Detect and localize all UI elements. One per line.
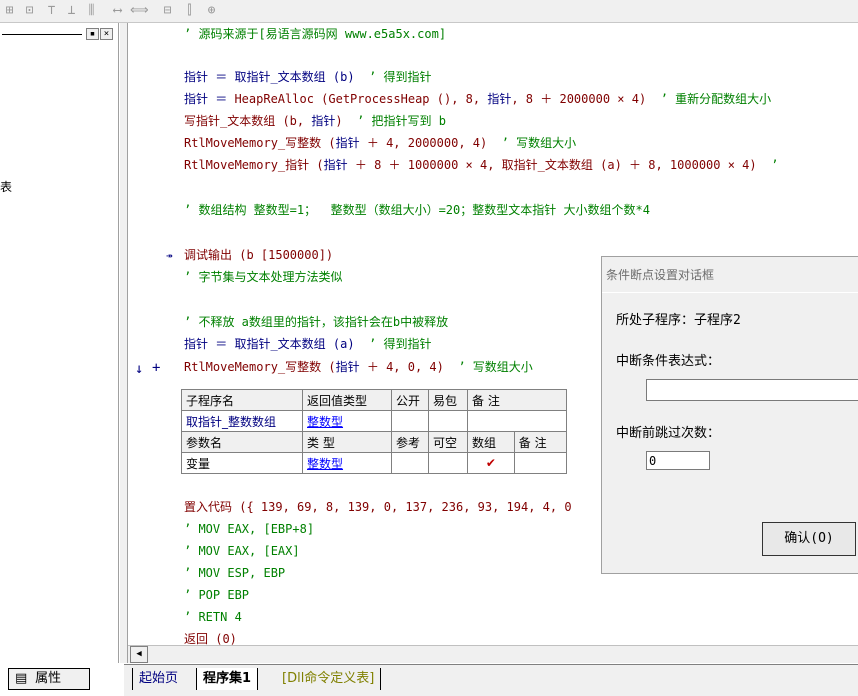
code-line: 置入代码 ({ 139, 69, 8, 139, 0, 137, 236, 93…	[184, 500, 572, 514]
scroll-left-icon[interactable]: ◀	[130, 646, 148, 663]
left-panel	[0, 23, 119, 663]
code-line: RtlMoveMemory_写整数 (指针 ＋ 4, 0, 4) ’ 写数组大小	[184, 360, 533, 374]
table-cell[interactable]	[428, 452, 468, 474]
table-cell[interactable]: 取指针_整数数组	[181, 410, 303, 432]
tab-start-page[interactable]: 起始页	[132, 668, 184, 690]
code-line: ’ 源码来源于[易语言源码网 www.e5a5x.com]	[184, 27, 447, 41]
table-header: 参考	[391, 431, 429, 453]
code-line: 指针 ＝ HeapReAlloc (GetProcessHeap (), 8, …	[184, 92, 772, 106]
code-line: RtlMoveMemory_指针 (指针 ＋ 8 ＋ 1000000 × 4, …	[184, 158, 779, 172]
table-cell[interactable]	[467, 410, 567, 432]
table-header: 可空	[428, 431, 468, 453]
panel-partial-text: 表	[0, 180, 13, 194]
run-marker-icon: ↠	[166, 249, 173, 262]
table-row[interactable]: 取指针_整数数组 整数型	[181, 410, 567, 432]
table-cell[interactable]	[513, 452, 568, 474]
checkmark-icon[interactable]: ✔	[467, 452, 515, 474]
code-line: 调试输出 (b [1500000])	[184, 248, 334, 262]
breakpoint-arrow-icon[interactable]: ↓	[135, 361, 143, 377]
align-bottom-icon[interactable]: ⊥	[64, 3, 79, 18]
code-line: 指针 ＝ 取指针_文本数组 (b) ’ 得到指针	[184, 70, 432, 84]
table-cell[interactable]: 整数型	[302, 452, 392, 474]
properties-icon: ▤	[15, 671, 28, 686]
expand-plus-icon[interactable]: +	[152, 360, 160, 376]
table-cell[interactable]	[391, 410, 429, 432]
horizontal-scrollbar[interactable]	[128, 645, 858, 663]
space-horizontal-icon[interactable]: ⟷	[110, 3, 125, 18]
tab-assembly1[interactable]: 程序集1	[196, 668, 259, 690]
subroutine-table: 子程序名 返回值类型 公开 易包 备 注 取指针_整数数组 整数型 参数名 类 …	[181, 389, 568, 474]
tab-dll-commands[interactable]: [Dll命令定义表]	[276, 668, 382, 690]
confirm-button[interactable]: 确认(O)	[762, 522, 856, 556]
same-height-icon[interactable]: ⫿	[182, 3, 197, 18]
code-line: ’ 数组结构 整数型=1； 整数型（数组大小）=20；整数型文本指针 大小数组个…	[184, 203, 650, 217]
code-line: ’ 不释放 a数组里的指针，该指针会在b中被释放	[184, 315, 449, 329]
toolbar: ⊞ ⊡ ⊤ ⊥ ⫼ ⟷ ⟺ ⊟ ⫿ ⊕	[0, 0, 858, 23]
align-top-icon[interactable]: ⊤	[44, 3, 59, 18]
distribute-icon[interactable]: ⫼	[84, 3, 99, 18]
table-header: 子程序名	[181, 389, 303, 411]
table-row[interactable]: 变量 整数型 ✔	[181, 452, 568, 474]
table-header-row: 子程序名 返回值类型 公开 易包 备 注	[181, 389, 567, 411]
align-grid-icon[interactable]: ⊞	[2, 3, 17, 18]
properties-label: 属性	[35, 671, 62, 686]
panel-minimize-button[interactable]: ▪	[86, 28, 99, 40]
table-header: 返回值类型	[302, 389, 392, 411]
code-line: ’ POP EBP	[184, 588, 250, 602]
skip-count-input[interactable]: 0	[646, 451, 710, 470]
table-header: 备 注	[513, 431, 568, 453]
panel-close-button[interactable]: ×	[100, 28, 113, 40]
dialog-condition-label: 中断条件表达式：	[616, 354, 721, 369]
table-cell[interactable]	[391, 452, 429, 474]
table-header: 备 注	[467, 389, 567, 411]
align-center-icon[interactable]: ⊡	[22, 3, 37, 18]
table-cell[interactable]: 变量	[181, 452, 303, 474]
dialog-divider	[602, 292, 858, 293]
code-line: 指针 ＝ 取指针_文本数组 (a) ’ 得到指针	[184, 337, 432, 351]
code-line: RtlMoveMemory_写整数 (指针 ＋ 4, 2000000, 4) ’…	[184, 136, 577, 150]
table-header: 类 型	[302, 431, 392, 453]
code-line: ’ RETN 4	[184, 610, 242, 624]
code-line: ’ MOV ESP, EBP	[184, 566, 286, 580]
table-header: 易包	[428, 389, 468, 411]
code-line: ’ 字节集与文本处理方法类似	[184, 270, 343, 284]
code-line: 返回 (0)	[184, 632, 237, 645]
properties-tab[interactable]: ▤ 属性	[8, 668, 90, 690]
panel-title-line	[2, 34, 82, 35]
table-cell[interactable]: 整数型	[302, 410, 392, 432]
dialog-title: 条件断点设置对话框	[606, 268, 715, 282]
dialog-subroutine-label: 所处子程序：子程序2	[616, 313, 741, 328]
table-header: 公开	[391, 389, 429, 411]
code-line: 写指针_文本数组 (b, 指针) ’ 把指针写到 b	[184, 114, 446, 128]
condition-input[interactable]	[646, 379, 858, 401]
table-cell[interactable]	[428, 410, 468, 432]
space-vertical-icon[interactable]: ⟺	[130, 3, 149, 18]
table-header-row: 参数名 类 型 参考 可空 数组 备 注	[181, 431, 568, 453]
code-line: ’ MOV EAX, [EAX]	[184, 544, 300, 558]
dialog-skip-label: 中断前跳过次数：	[616, 426, 721, 441]
panel-splitter[interactable]	[119, 23, 128, 663]
table-header: 参数名	[181, 431, 303, 453]
table-header: 数组	[467, 431, 515, 453]
same-size-icon[interactable]: ⊕	[204, 3, 219, 18]
code-line: ’ MOV EAX, [EBP+8]	[184, 522, 315, 536]
same-width-icon[interactable]: ⊟	[160, 3, 175, 18]
